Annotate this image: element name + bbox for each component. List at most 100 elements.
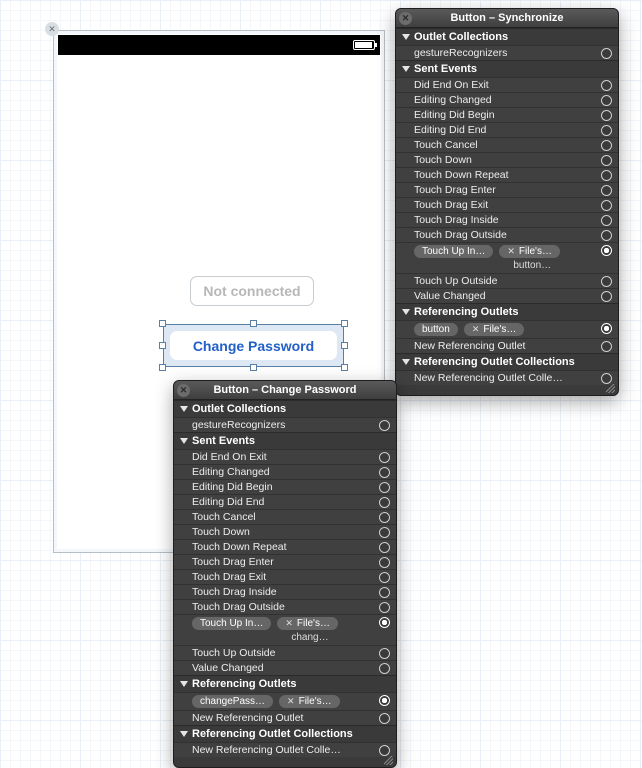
resize-grip-icon[interactable] xyxy=(174,757,396,767)
change-password-selection[interactable]: Change Password xyxy=(163,324,344,367)
event-row[interactable]: Touch Drag Inside xyxy=(396,212,618,227)
event-row[interactable]: Touch Down Repeat xyxy=(174,539,396,554)
event-row[interactable]: Editing Did Begin xyxy=(174,479,396,494)
section-sent-events[interactable]: Sent Events xyxy=(396,60,618,77)
outlet-name-pill[interactable]: changePass… xyxy=(192,695,273,708)
section-sent-events[interactable]: Sent Events xyxy=(174,432,396,449)
connection-socket-icon[interactable] xyxy=(379,648,390,659)
event-row-connected[interactable]: Touch Up In… ✕File's… button… xyxy=(396,242,618,273)
outlet-row[interactable]: New Referencing Outlet Colle… xyxy=(396,370,618,385)
connection-socket-icon[interactable] xyxy=(379,512,390,523)
disclosure-triangle-icon[interactable] xyxy=(180,406,188,412)
remove-connection-icon[interactable]: ✕ xyxy=(472,324,480,335)
connection-socket-icon[interactable] xyxy=(379,617,390,628)
event-row[interactable]: Editing Did End xyxy=(396,122,618,137)
connection-socket-icon[interactable] xyxy=(601,200,612,211)
connection-socket-icon[interactable] xyxy=(379,527,390,538)
section-outlet-collections[interactable]: Outlet Collections xyxy=(174,400,396,417)
outlet-target-pill[interactable]: ✕File's… xyxy=(279,695,340,708)
section-referencing-outlet-collections[interactable]: Referencing Outlet Collections xyxy=(174,725,396,742)
outlet-target-pill[interactable]: ✕File's… xyxy=(464,323,525,336)
close-icon[interactable]: ✕ xyxy=(45,22,59,36)
remove-connection-icon[interactable]: ✕ xyxy=(285,618,293,629)
connection-socket-icon[interactable] xyxy=(601,170,612,181)
disclosure-triangle-icon[interactable] xyxy=(180,681,188,687)
connection-event-pill[interactable]: Touch Up In… xyxy=(414,245,493,258)
event-row[interactable]: Touch Drag Outside xyxy=(174,599,396,614)
connection-socket-icon[interactable] xyxy=(601,140,612,151)
resize-handle[interactable] xyxy=(341,364,348,371)
resize-handle[interactable] xyxy=(341,320,348,327)
connection-socket-icon[interactable] xyxy=(379,602,390,613)
connection-socket-icon[interactable] xyxy=(601,48,612,59)
connection-socket-icon[interactable] xyxy=(601,95,612,106)
connection-event-pill[interactable]: Touch Up In… xyxy=(192,617,271,630)
connection-socket-icon[interactable] xyxy=(379,695,390,706)
resize-handle[interactable] xyxy=(159,364,166,371)
event-row[interactable]: Touch Down xyxy=(396,152,618,167)
outlet-row[interactable]: New Referencing Outlet Colle… xyxy=(174,742,396,757)
event-row[interactable]: Touch Drag Outside xyxy=(396,227,618,242)
resize-handle[interactable] xyxy=(250,320,257,327)
connection-target-pill[interactable]: ✕File's… xyxy=(277,617,338,630)
outlet-name-pill[interactable]: button xyxy=(414,323,458,336)
connection-socket-icon[interactable] xyxy=(601,185,612,196)
section-outlet-collections[interactable]: Outlet Collections xyxy=(396,28,618,45)
close-icon[interactable]: ✕ xyxy=(399,12,412,25)
connection-socket-icon[interactable] xyxy=(379,745,390,756)
connection-socket-icon[interactable] xyxy=(601,373,612,384)
connection-socket-icon[interactable] xyxy=(379,713,390,724)
event-row[interactable]: Touch Up Outside xyxy=(396,273,618,288)
connection-socket-icon[interactable] xyxy=(601,155,612,166)
connection-socket-icon[interactable] xyxy=(379,557,390,568)
resize-handle[interactable] xyxy=(250,364,257,371)
section-referencing-outlets[interactable]: Referencing Outlets xyxy=(174,675,396,692)
event-row[interactable]: Value Changed xyxy=(174,660,396,675)
connection-socket-icon[interactable] xyxy=(379,587,390,598)
connection-target-pill[interactable]: ✕File's… xyxy=(499,245,560,258)
panel-title[interactable]: ✕ Button – Change Password xyxy=(174,381,396,400)
outlet-row[interactable]: gestureRecognizers xyxy=(174,417,396,432)
connection-socket-icon[interactable] xyxy=(601,215,612,226)
event-row[interactable]: Touch Drag Inside xyxy=(174,584,396,599)
connection-socket-icon[interactable] xyxy=(379,572,390,583)
connection-socket-icon[interactable] xyxy=(379,497,390,508)
resize-handle[interactable] xyxy=(159,342,166,349)
outlet-row[interactable]: New Referencing Outlet xyxy=(396,338,618,353)
connection-socket-icon[interactable] xyxy=(601,323,612,334)
event-row[interactable]: Did End On Exit xyxy=(396,77,618,92)
outlet-row[interactable]: New Referencing Outlet xyxy=(174,710,396,725)
event-row[interactable]: Editing Changed xyxy=(396,92,618,107)
event-row[interactable]: Touch Drag Exit xyxy=(396,197,618,212)
panel-title[interactable]: ✕ Button – Synchronize xyxy=(396,9,618,28)
section-referencing-outlets[interactable]: Referencing Outlets xyxy=(396,303,618,320)
event-row[interactable]: Touch Drag Exit xyxy=(174,569,396,584)
change-password-button[interactable]: Change Password xyxy=(170,331,337,360)
event-row[interactable]: Editing Did End xyxy=(174,494,396,509)
event-row[interactable]: Editing Changed xyxy=(174,464,396,479)
connection-socket-icon[interactable] xyxy=(601,230,612,241)
remove-connection-icon[interactable]: ✕ xyxy=(507,246,515,257)
section-referencing-outlet-collections[interactable]: Referencing Outlet Collections xyxy=(396,353,618,370)
connection-socket-icon[interactable] xyxy=(379,420,390,431)
referencing-outlet-connected[interactable]: button ✕File's… xyxy=(396,320,618,338)
disclosure-triangle-icon[interactable] xyxy=(402,309,410,315)
connections-panel-synchronize[interactable]: ✕ Button – Synchronize Outlet Collection… xyxy=(395,8,619,396)
event-row[interactable]: Editing Did Begin xyxy=(396,107,618,122)
event-row[interactable]: Value Changed xyxy=(396,288,618,303)
connection-socket-icon[interactable] xyxy=(601,341,612,352)
connection-socket-icon[interactable] xyxy=(379,467,390,478)
event-row-connected[interactable]: Touch Up In… ✕File's… chang… xyxy=(174,614,396,645)
disclosure-triangle-icon[interactable] xyxy=(402,66,410,72)
connection-socket-icon[interactable] xyxy=(601,276,612,287)
remove-connection-icon[interactable]: ✕ xyxy=(287,696,295,707)
connections-panel-change-password[interactable]: ✕ Button – Change Password Outlet Collec… xyxy=(173,380,397,768)
disclosure-triangle-icon[interactable] xyxy=(402,359,410,365)
connection-socket-icon[interactable] xyxy=(379,542,390,553)
event-row[interactable]: Touch Down Repeat xyxy=(396,167,618,182)
event-row[interactable]: Touch Up Outside xyxy=(174,645,396,660)
event-row[interactable]: Touch Down xyxy=(174,524,396,539)
connection-socket-icon[interactable] xyxy=(379,482,390,493)
event-row[interactable]: Touch Drag Enter xyxy=(174,554,396,569)
close-icon[interactable]: ✕ xyxy=(177,384,190,397)
